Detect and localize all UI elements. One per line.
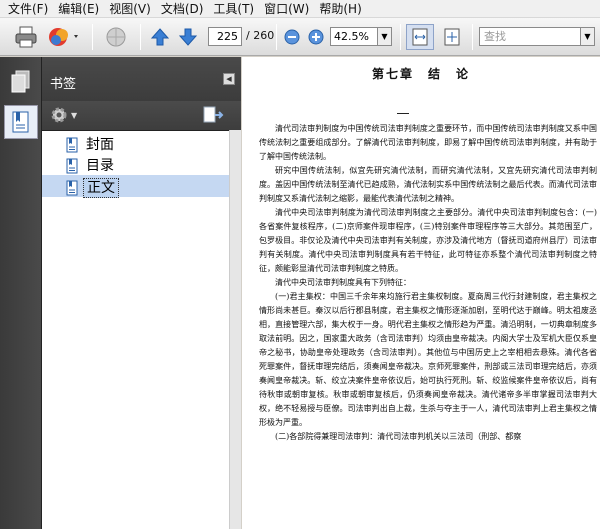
chevron-down-icon: ▼ <box>381 32 388 41</box>
gear-icon <box>51 107 67 123</box>
bookmark-contents[interactable]: 目录 <box>66 156 117 175</box>
options-button[interactable]: ▼ <box>50 106 77 124</box>
collaborate-button[interactable] <box>100 24 132 50</box>
fit-width-icon <box>412 28 428 46</box>
menu-tools[interactable]: 工具(T) <box>208 0 259 18</box>
bookmark-label: 正文 <box>83 177 119 198</box>
panel-toolbar: ▼ <box>42 101 241 131</box>
zoom-in-icon <box>308 29 324 45</box>
bookmark-icon <box>66 137 78 152</box>
zoom-out-button[interactable] <box>282 24 302 50</box>
search-dropdown-button[interactable]: ▼ <box>581 27 595 46</box>
chevron-left-icon: ◀ <box>226 75 232 83</box>
chevron-down-icon: ▼ <box>584 32 591 41</box>
collapse-panel-button[interactable]: ◀ <box>223 73 235 85</box>
paragraph: 清代中央司法审判制度具有下列特征： <box>275 278 411 287</box>
expand-bookmark-button[interactable] <box>202 106 224 127</box>
toolbar: 225 / 260 42.5% ▼ 查找 ▼ <box>0 18 600 56</box>
chapter-title: 第七章 结 论 <box>371 67 470 81</box>
globe-icon <box>106 27 126 47</box>
bookmark-icon <box>66 158 78 173</box>
paragraph: 清代司法审判制度为中国传统司法审判制度之重要环节，而中国传统司法审判制度又系中国… <box>259 124 597 161</box>
navigation-pane <box>0 57 42 529</box>
zoom-in-button[interactable] <box>306 24 326 50</box>
arrow-up-icon <box>150 28 170 46</box>
bookmarks-panel-button[interactable] <box>4 105 38 139</box>
bookmark-label: 目录 <box>86 157 114 174</box>
zoom-level-field[interactable]: 42.5% <box>330 27 378 46</box>
menu-view[interactable]: 视图(V) <box>104 0 156 18</box>
bookmarks-panel: 书签 ◀ ▼ 封面 目录 正文 <box>42 57 241 529</box>
fit-page-button[interactable] <box>438 24 466 50</box>
fit-width-button[interactable] <box>406 24 434 50</box>
page-number-input[interactable]: 225 <box>208 27 242 46</box>
page-number-dash <box>397 113 409 114</box>
previous-page-button[interactable] <box>148 24 172 50</box>
bookmark-main-text[interactable]: 正文 <box>66 177 119 198</box>
paragraph: 清代中央司法审判制度为清代司法审判制度之主要部分。清代中央司法审判制度包含：(一… <box>259 208 597 273</box>
bookmark-label: 封面 <box>86 136 114 153</box>
pages-panel-button[interactable] <box>4 65 38 99</box>
bookmark-expand-icon <box>203 106 224 123</box>
arrow-down-icon <box>178 28 198 46</box>
menu-document[interactable]: 文档(D) <box>156 0 209 18</box>
create-pdf-button[interactable] <box>46 24 82 50</box>
search-input[interactable]: 查找 <box>479 27 581 46</box>
document-view[interactable]: 第七章 结 论 清代司法审判制度为中国传统司法审判制度之重要环节，而中国传统司法… <box>242 57 600 529</box>
menu-bar: 文件(F) 编辑(E) 视图(V) 文档(D) 工具(T) 窗口(W) 帮助(H… <box>0 0 600 18</box>
paragraph: (二)各部院得兼理司法审判：清代司法审判机关以三法司（刑部、都察 <box>275 432 522 441</box>
fit-page-icon <box>444 28 460 46</box>
paragraph: (一)君主集权：中国三千余年来均施行君主集权制度。夏商周三代行封建制度，君主集权… <box>259 292 597 427</box>
panel-header: 书签 ◀ <box>42 57 241 101</box>
document-body: 清代司法审判制度为中国传统司法审判制度之重要环节，而中国传统司法审判制度又系中国… <box>259 122 597 444</box>
bookmark-icon <box>12 111 29 133</box>
pdf-create-icon <box>49 28 78 46</box>
menu-edit[interactable]: 编辑(E) <box>53 0 104 18</box>
menu-window[interactable]: 窗口(W) <box>259 0 314 18</box>
zoom-dropdown-button[interactable]: ▼ <box>378 27 392 46</box>
zoom-out-icon <box>284 29 300 45</box>
panel-title: 书签 <box>50 77 77 92</box>
print-button[interactable] <box>12 24 40 50</box>
panel-scrollbar[interactable] <box>229 130 241 529</box>
pages-icon <box>11 70 30 93</box>
chevron-down-icon: ▼ <box>71 110 78 120</box>
menu-file[interactable]: 文件(F) <box>3 0 53 18</box>
printer-icon <box>15 26 37 48</box>
bookmark-cover[interactable]: 封面 <box>66 135 117 154</box>
page-total-label: / 260 <box>246 29 275 42</box>
menu-help[interactable]: 帮助(H) <box>314 0 366 18</box>
bookmark-icon <box>66 180 78 195</box>
paragraph: 研究中国传统法制，似宜先研究清代法制，而研究清代法制，又宜先研究清代司法审判制度… <box>259 166 597 203</box>
next-page-button[interactable] <box>176 24 200 50</box>
